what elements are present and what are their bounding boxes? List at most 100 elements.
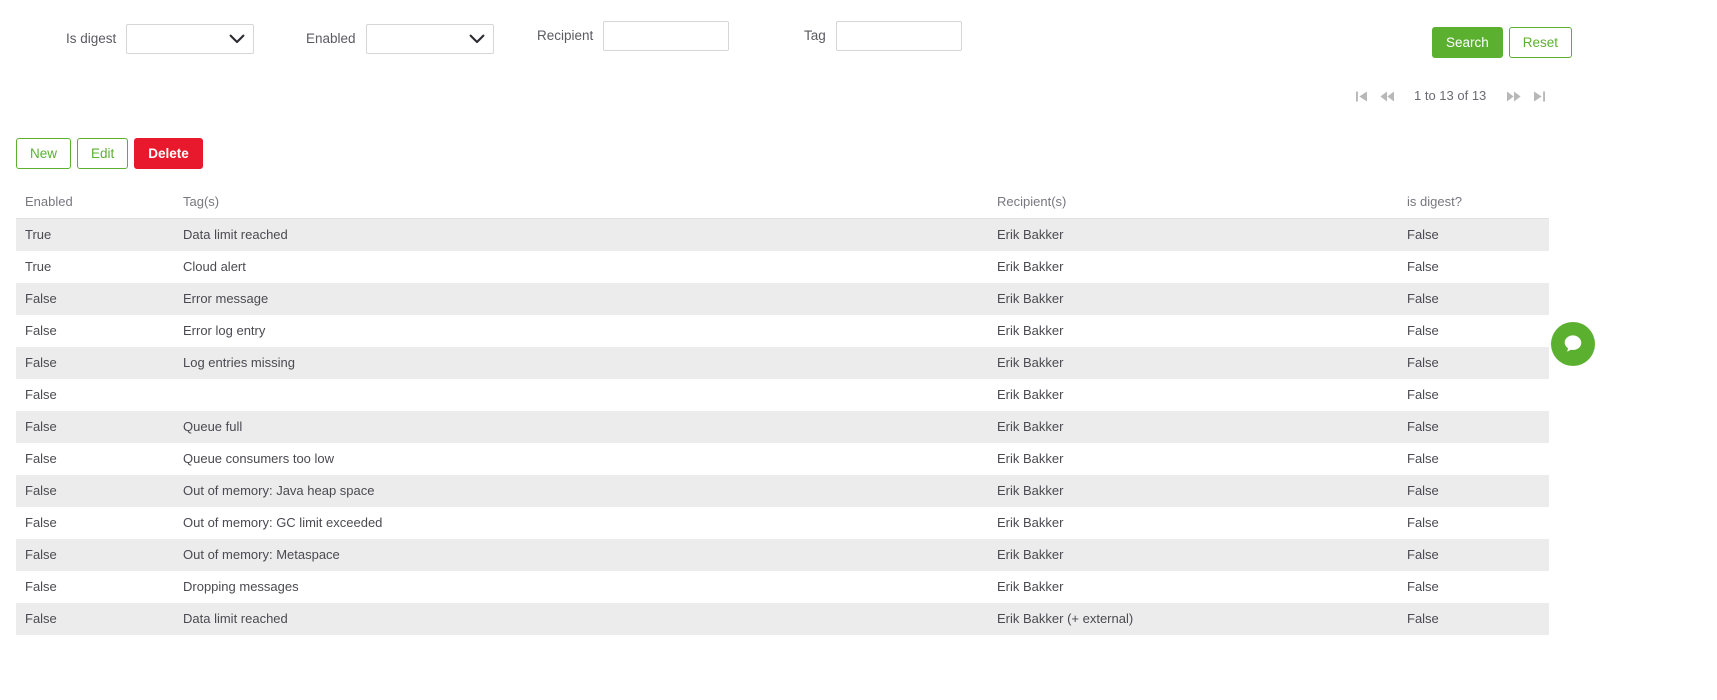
table-row[interactable]: False Out of memory: Metaspace Erik Bakker…: [16, 539, 1549, 571]
filter-is-digest: Is digest: [66, 24, 255, 54]
cell-enabled: False: [16, 475, 174, 507]
filter-enabled-select[interactable]: [365, 24, 494, 54]
cell-is-digest: False: [1398, 251, 1549, 283]
filter-is-digest-label: Is digest: [66, 31, 117, 47]
filter-recipient-input[interactable]: [603, 21, 730, 51]
cell-is-digest: False: [1398, 218, 1549, 251]
filter-enabled: Enabled: [306, 24, 494, 54]
cell-tags: Data limit reached: [174, 218, 988, 251]
delete-button[interactable]: Delete: [134, 138, 203, 169]
cell-enabled: False: [16, 379, 174, 411]
cell-enabled: False: [16, 411, 174, 443]
cell-tags: Dropping messages: [174, 571, 988, 603]
filter-tag: Tag: [804, 21, 962, 51]
cell-enabled: False: [16, 603, 174, 635]
cell-recipient: Erik Bakker: [988, 443, 1398, 475]
filter-recipient: Recipient: [537, 21, 730, 51]
cell-tags: Out of memory: Java heap space: [174, 475, 988, 507]
cell-recipient: Erik Bakker: [988, 411, 1398, 443]
cell-is-digest: False: [1398, 507, 1549, 539]
table-row[interactable]: True Cloud alert Erik Bakker False: [16, 251, 1549, 283]
last-page-icon[interactable]: [1526, 85, 1552, 107]
cell-recipient: Erik Bakker: [988, 539, 1398, 571]
notification-rules-table: Enabled Tag(s) Recipient(s) is digest? T…: [16, 188, 1549, 635]
cell-enabled: True: [16, 218, 174, 251]
cell-is-digest: False: [1398, 283, 1549, 315]
table-row[interactable]: False Error log entry Erik Bakker False: [16, 315, 1549, 347]
filter-tag-input[interactable]: [835, 21, 962, 51]
cell-tags: Cloud alert: [174, 251, 988, 283]
first-page-icon[interactable]: [1348, 85, 1374, 107]
cell-is-digest: False: [1398, 571, 1549, 603]
column-header-is-digest[interactable]: is digest?: [1398, 188, 1549, 219]
cell-enabled: False: [16, 571, 174, 603]
filter-tag-label: Tag: [804, 28, 826, 44]
table-body: True Data limit reached Erik Bakker False Tr…: [16, 218, 1549, 635]
cell-enabled: False: [16, 443, 174, 475]
cell-is-digest: False: [1398, 379, 1549, 411]
help-chat-icon[interactable]: [1551, 322, 1595, 366]
crud-toolbar: New Edit Delete: [16, 138, 203, 169]
cell-tags: [174, 379, 988, 411]
cell-tags: Out of memory: Metaspace: [174, 539, 988, 571]
next-page-icon[interactable]: [1500, 85, 1526, 107]
cell-enabled: False: [16, 315, 174, 347]
cell-recipient: Erik Bakker: [988, 475, 1398, 507]
table-row[interactable]: False Dropping messages Erik Bakker False: [16, 571, 1549, 603]
filter-is-digest-select[interactable]: [126, 24, 255, 54]
cell-tags: Queue consumers too low: [174, 443, 988, 475]
cell-is-digest: False: [1398, 443, 1549, 475]
edit-button[interactable]: Edit: [77, 138, 129, 169]
cell-recipient: Erik Bakker: [988, 507, 1398, 539]
cell-recipient: Erik Bakker: [988, 347, 1398, 379]
column-header-tags[interactable]: Tag(s): [174, 188, 988, 219]
cell-tags: Queue full: [174, 411, 988, 443]
new-button[interactable]: New: [16, 138, 72, 169]
filter-is-digest-select-wrap: [126, 24, 255, 54]
table-row[interactable]: False Data limit reached Erik Bakker (+ ex…: [16, 603, 1549, 635]
cell-enabled: True: [16, 251, 174, 283]
cell-tags: Log entries missing: [174, 347, 988, 379]
cell-is-digest: False: [1398, 475, 1549, 507]
table-row[interactable]: False Log entries missing Erik Bakker False: [16, 347, 1549, 379]
cell-tags: Out of memory: GC limit exceeded: [174, 507, 988, 539]
table-row[interactable]: True Data limit reached Erik Bakker False: [16, 218, 1549, 251]
cell-recipient: Erik Bakker: [988, 251, 1398, 283]
cell-recipient: Erik Bakker: [988, 218, 1398, 251]
cell-recipient: Erik Bakker: [988, 379, 1398, 411]
cell-enabled: False: [16, 539, 174, 571]
pagination-summary: 1 to 13 of 13: [1414, 88, 1487, 103]
cell-enabled: False: [16, 283, 174, 315]
table-row[interactable]: False Out of memory: GC limit exceeded Eri…: [16, 507, 1549, 539]
pagination: 1 to 13 of 13: [1348, 85, 1552, 107]
filter-enabled-label: Enabled: [306, 31, 356, 47]
table-row[interactable]: False Queue consumers too low Erik Bakker F…: [16, 443, 1549, 475]
cell-is-digest: False: [1398, 603, 1549, 635]
cell-recipient: Erik Bakker: [988, 571, 1398, 603]
cell-enabled: False: [16, 507, 174, 539]
cell-enabled: False: [16, 347, 174, 379]
cell-recipient: Erik Bakker: [988, 283, 1398, 315]
previous-page-icon[interactable]: [1374, 85, 1400, 107]
cell-is-digest: False: [1398, 347, 1549, 379]
column-header-recipient[interactable]: Recipient(s): [988, 188, 1398, 219]
filter-enabled-select-wrap: [365, 24, 494, 54]
table-header-row: Enabled Tag(s) Recipient(s) is digest?: [16, 188, 1549, 219]
column-header-enabled[interactable]: Enabled: [16, 188, 174, 219]
table-row[interactable]: False Queue full Erik Bakker False: [16, 411, 1549, 443]
table-row[interactable]: False Out of memory: Java heap space Erik …: [16, 475, 1549, 507]
filter-recipient-label: Recipient: [537, 28, 594, 44]
cell-is-digest: False: [1398, 411, 1549, 443]
cell-recipient: Erik Bakker (+ external): [988, 603, 1398, 635]
search-button[interactable]: Search: [1432, 27, 1503, 58]
cell-tags: Error log entry: [174, 315, 988, 347]
cell-recipient: Erik Bakker: [988, 315, 1398, 347]
table-row[interactable]: False Erik Bakker False: [16, 379, 1549, 411]
cell-tags: Error message: [174, 283, 988, 315]
cell-tags: Data limit reached: [174, 603, 988, 635]
table-row[interactable]: False Error message Erik Bakker False: [16, 283, 1549, 315]
cell-is-digest: False: [1398, 315, 1549, 347]
reset-button[interactable]: Reset: [1508, 27, 1573, 58]
page-root: Is digest Enabled Recipient Tag Search R…: [0, 0, 1717, 700]
cell-is-digest: False: [1398, 539, 1549, 571]
